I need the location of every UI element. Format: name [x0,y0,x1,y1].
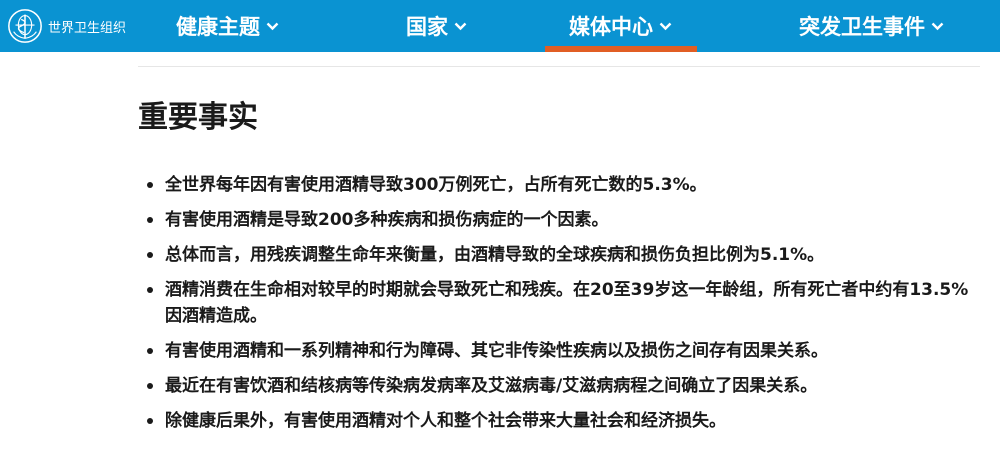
content-divider [138,66,980,67]
chevron-down-icon [454,22,467,30]
list-item: 酒精消费在生命相对较早的时期就会导致死亡和残疾。在20至39岁这一年龄组，所有死… [145,277,975,329]
nav-item-label: 健康主题 [176,15,260,39]
list-item: 总体而言，用残疾调整生命年来衡量，由酒精导致的全球疾病和损伤负担比例为5.1%。 [145,242,975,268]
nav-item-health-topics[interactable]: 健康主题 [176,0,279,52]
nav-item-label: 媒体中心 [569,15,653,39]
list-item: 除健康后果外，有害使用酒精对个人和整个社会带来大量社会和经济损失。 [145,408,975,434]
key-facts-list: 全世界每年因有害使用酒精导致300万例死亡，占所有死亡数的5.3%。 有害使用酒… [145,172,975,443]
chevron-down-icon [659,22,672,30]
top-navigation-bar: 世界卫生组织 健康主题 国家 媒体中心 突发卫生事件 [0,0,1000,52]
chevron-down-icon [931,22,944,30]
nav-active-indicator [545,46,697,52]
list-item: 最近在有害饮酒和结核病等传染病发病率及艾滋病毒/艾滋病病程之间确立了因果关系。 [145,373,975,399]
nav-item-countries[interactable]: 国家 [406,0,467,52]
who-logo[interactable]: 世界卫生组织 [6,6,126,46]
nav-item-label: 突发卫生事件 [799,15,925,39]
who-emblem-icon [8,9,42,43]
list-item: 有害使用酒精和一系列精神和行为障碍、其它非传染性疾病以及损伤之间存有因果关系。 [145,338,975,364]
list-item: 全世界每年因有害使用酒精导致300万例死亡，占所有死亡数的5.3%。 [145,172,975,198]
list-item: 有害使用酒精是导致200多种疾病和损伤病症的一个因素。 [145,207,975,233]
page-heading: 重要事实 [138,100,258,135]
nav-item-label: 国家 [406,15,448,39]
logo-text: 世界卫生组织 [48,20,127,36]
nav-item-media-centre[interactable]: 媒体中心 [569,0,672,52]
chevron-down-icon [266,22,279,30]
nav-item-emergencies[interactable]: 突发卫生事件 [799,0,944,52]
